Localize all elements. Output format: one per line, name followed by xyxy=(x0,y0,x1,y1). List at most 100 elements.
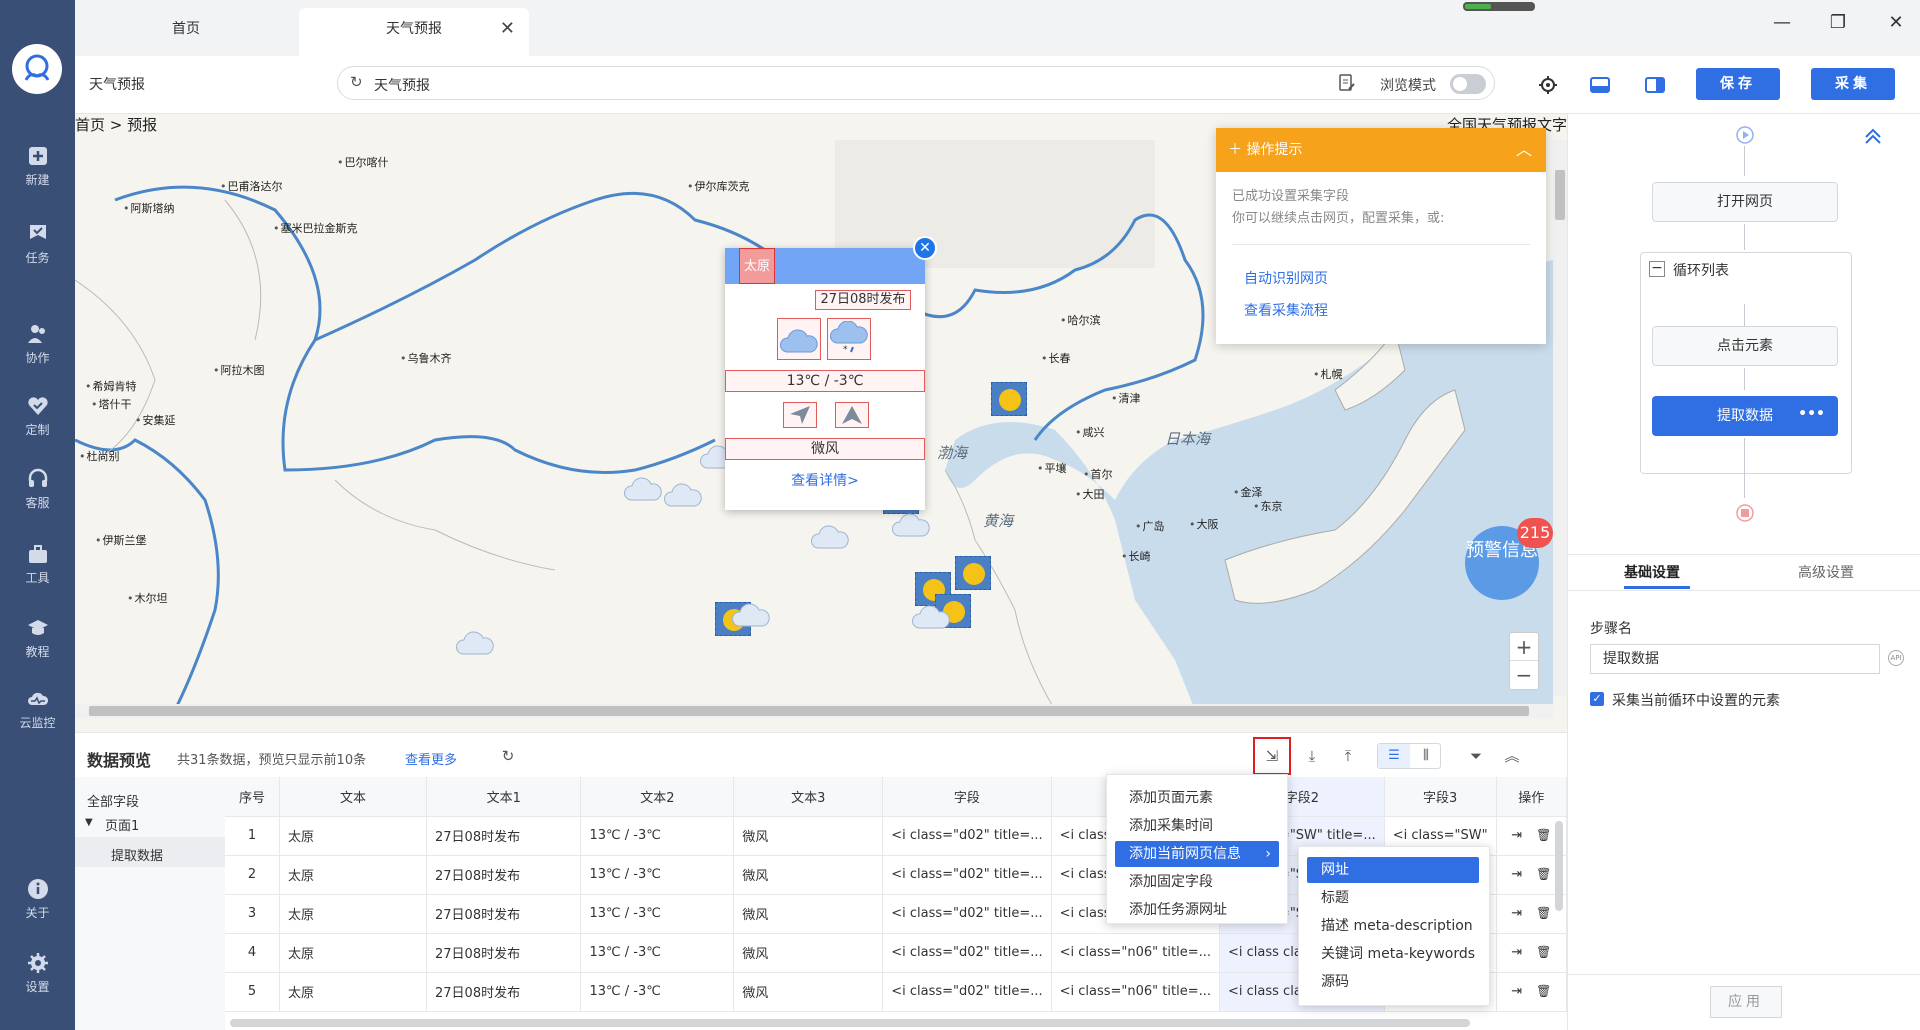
download-icon[interactable]: ⤓ xyxy=(1301,745,1323,767)
stop-icon[interactable] xyxy=(1736,504,1754,522)
col-header[interactable]: 字段 xyxy=(882,777,1052,817)
nav-custom[interactable]: 定制 xyxy=(0,395,75,457)
col-header[interactable]: 字段3 xyxy=(1384,777,1497,817)
tab-home[interactable]: 首页 xyxy=(75,8,297,56)
column-view-icon[interactable]: ⫼ xyxy=(1410,744,1442,768)
layout-right-icon[interactable] xyxy=(1644,74,1666,96)
zoom-in-button[interactable]: + xyxy=(1510,633,1538,661)
zoom-out-button[interactable]: − xyxy=(1510,661,1538,689)
tree-page1[interactable]: 页面1 xyxy=(105,815,139,834)
trash-icon[interactable]: 🗑 xyxy=(1536,945,1551,959)
cell-text2[interactable]: 13℃ / -3℃ xyxy=(580,894,735,934)
flow-click-element[interactable]: 点击元素 xyxy=(1652,326,1838,366)
trash-icon[interactable]: 🗑 xyxy=(1536,828,1551,842)
close-tab-icon[interactable]: ✕ xyxy=(500,8,515,50)
cell-text3[interactable]: 微风 xyxy=(733,816,884,856)
flow-extract-data[interactable]: 提取数据 ••• xyxy=(1652,396,1838,436)
cell-text2[interactable]: 13℃ / -3℃ xyxy=(580,972,735,1012)
cloudy-weather-icon[interactable] xyxy=(891,510,931,538)
play-icon[interactable] xyxy=(1736,126,1754,144)
nav-service[interactable]: 客服 xyxy=(0,468,75,530)
tree-all-fields[interactable]: 全部字段 xyxy=(87,791,139,810)
nav-new[interactable]: 新建 xyxy=(0,145,75,207)
cell-field[interactable]: <i class="d02" title=... xyxy=(882,816,1052,856)
cell-text[interactable]: 太原 xyxy=(279,933,428,973)
tab-weather[interactable]: 天气预报 ✕ xyxy=(299,8,529,56)
collapse-up-icon[interactable] xyxy=(1864,128,1882,144)
cloudy-weather-icon[interactable] xyxy=(911,602,951,630)
weather-popup[interactable]: 太原 ✕ 27日08时发布 * 13℃ / -3℃ 微风 查看详情> xyxy=(725,236,937,510)
popup-temperature[interactable]: 13℃ / -3℃ xyxy=(725,370,925,392)
filter-icon[interactable]: ⏷ xyxy=(1465,745,1487,767)
table-horizontal-scrollbar[interactable] xyxy=(230,1019,1470,1027)
wind-direction-icon[interactable] xyxy=(835,402,869,428)
nav-cloud-monitor[interactable]: 云监控 xyxy=(0,688,75,750)
row-export-icon[interactable]: ⇥ xyxy=(1511,945,1522,960)
gear-icon[interactable] xyxy=(1537,74,1559,96)
upload-icon[interactable]: ⤒ xyxy=(1337,745,1359,767)
cell-text2[interactable]: 13℃ / -3℃ xyxy=(580,933,735,973)
list-view-icon[interactable]: ☰ xyxy=(1378,744,1410,768)
save-button[interactable]: 保存 xyxy=(1696,68,1780,100)
hint-header[interactable]: ＋ 操作提示 ︿ xyxy=(1216,128,1546,172)
menu-add-fixed-field[interactable]: 添加固定字段 xyxy=(1115,869,1279,895)
maximize-icon[interactable]: ❐ xyxy=(1823,12,1853,33)
cell-text[interactable]: 太原 xyxy=(279,855,428,895)
cell-text1[interactable]: 27日08时发布 xyxy=(426,816,582,856)
col-header[interactable]: 文本 xyxy=(279,777,428,817)
submenu-title[interactable]: 标题 xyxy=(1307,885,1479,911)
app-logo[interactable] xyxy=(12,44,62,94)
row-seq[interactable]: 4 xyxy=(225,933,280,973)
chevron-up-icon[interactable]: ︿ xyxy=(1516,128,1532,172)
popup-wind[interactable]: 微风 xyxy=(725,438,925,460)
view-flow-link[interactable]: 查看采集流程 xyxy=(1244,300,1328,320)
nav-collab[interactable]: 协作 xyxy=(0,323,75,385)
row-seq[interactable]: 3 xyxy=(225,894,280,934)
cell-text2[interactable]: 13℃ / -3℃ xyxy=(580,855,735,895)
auto-detect-link[interactable]: 自动识别网页 xyxy=(1244,268,1328,288)
trash-icon[interactable]: 🗑 xyxy=(1536,984,1551,998)
nav-task[interactable]: 任务 xyxy=(0,223,75,285)
browse-mode-toggle[interactable] xyxy=(1450,74,1486,94)
minimize-icon[interactable]: — xyxy=(1767,12,1797,33)
layout-bottom-icon[interactable] xyxy=(1589,74,1611,96)
tab-basic-settings[interactable]: 基础设置 xyxy=(1624,562,1680,582)
tree-extract-data[interactable]: 提取数据 xyxy=(111,845,163,864)
cell-text1[interactable]: 27日08时发布 xyxy=(426,972,582,1012)
breadcrumb[interactable]: 首页 > 预报 xyxy=(75,114,157,135)
menu-add-page-element[interactable]: 添加页面元素 xyxy=(1115,785,1279,811)
nav-about[interactable]: 关于 xyxy=(0,878,75,940)
cell-text3[interactable]: 微风 xyxy=(733,972,884,1012)
collapse-up-icon[interactable]: ︽ xyxy=(1501,745,1523,767)
page-edit-icon[interactable] xyxy=(1338,74,1356,92)
trash-icon[interactable]: 🗑 xyxy=(1536,867,1551,881)
menu-add-source-url[interactable]: 添加任务源网址 xyxy=(1115,897,1279,923)
url-bar[interactable]: ↻ 天气预报 浏览模式 xyxy=(337,66,1495,100)
cell-field[interactable]: <i class="d02" title=... xyxy=(882,933,1052,973)
collect-loop-checkbox[interactable]: ✓ xyxy=(1590,692,1604,706)
cell-text3[interactable]: 微风 xyxy=(733,855,884,895)
cell-text3[interactable]: 微风 xyxy=(733,894,884,934)
snow-rain-icon[interactable]: * xyxy=(827,318,871,360)
col-header[interactable]: 文本2 xyxy=(580,777,735,817)
cell-field[interactable]: <i class="d02" title=... xyxy=(882,894,1052,934)
page-vertical-scrollbar[interactable] xyxy=(1553,140,1567,696)
cloudy-weather-icon[interactable] xyxy=(663,480,703,508)
cloudy-weather-icon[interactable] xyxy=(455,628,495,656)
cell-field1[interactable]: <i class="n06" title=... xyxy=(1051,972,1221,1012)
menu-add-collect-time[interactable]: 添加采集时间 xyxy=(1115,813,1279,839)
cell-text[interactable]: 太原 xyxy=(279,972,428,1012)
cell-text[interactable]: 太原 xyxy=(279,816,428,856)
menu-add-page-info[interactable]: 添加当前网页信息 › xyxy=(1115,841,1279,867)
cloudy-weather-icon[interactable] xyxy=(777,318,821,360)
row-seq[interactable]: 1 xyxy=(225,816,280,856)
cell-text[interactable]: 太原 xyxy=(279,894,428,934)
col-header[interactable]: 文本3 xyxy=(733,777,884,817)
api-icon[interactable]: API xyxy=(1888,650,1904,666)
cell-field1[interactable]: <i class="n06" title=... xyxy=(1051,933,1221,973)
cell-text1[interactable]: 27日08时发布 xyxy=(426,894,582,934)
cell-text1[interactable]: 27日08时发布 xyxy=(426,933,582,973)
popup-detail-link[interactable]: 查看详情> xyxy=(725,470,925,490)
collect-button[interactable]: 采集 xyxy=(1811,68,1895,100)
submenu-source[interactable]: 源码 xyxy=(1307,969,1479,995)
